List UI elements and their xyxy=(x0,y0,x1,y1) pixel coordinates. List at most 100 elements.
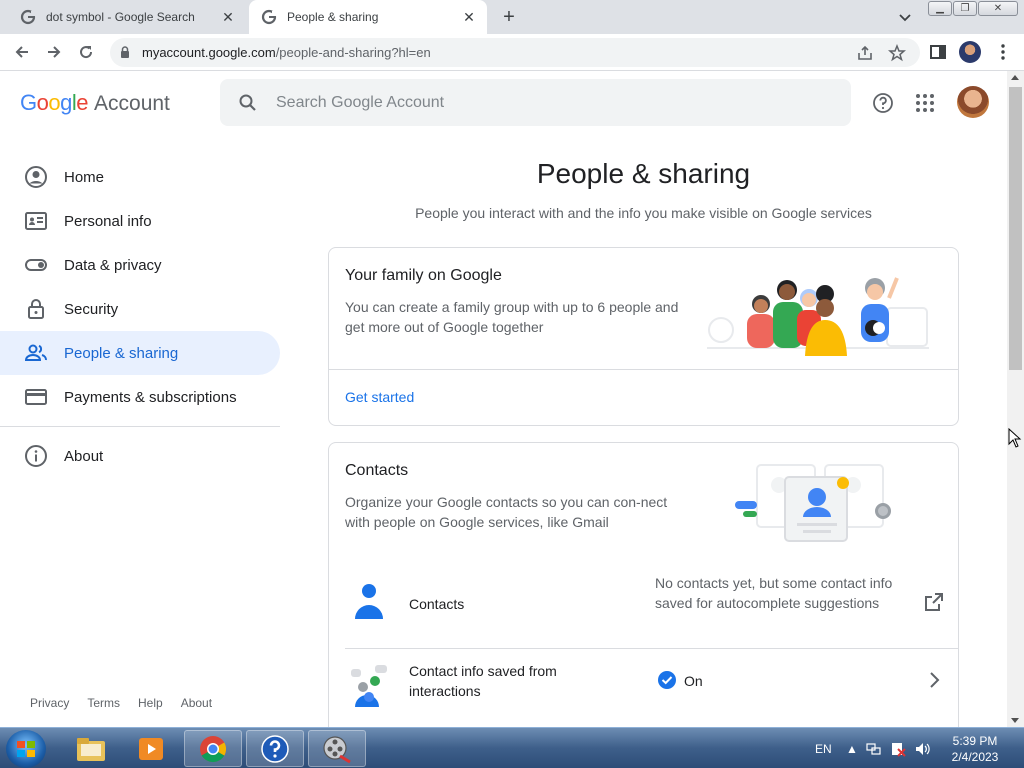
family-card: Your family on Google You can create a f… xyxy=(328,247,959,426)
volume-icon[interactable] xyxy=(914,741,930,757)
row-label: Contact info saved from interactions xyxy=(409,663,557,699)
windows-logo-icon xyxy=(17,741,35,757)
folder-icon xyxy=(77,737,105,761)
nav-item-home[interactable]: Home xyxy=(0,155,280,199)
scrollbar-thumb[interactable] xyxy=(1009,87,1022,370)
nav-item-personal-info[interactable]: Personal info xyxy=(0,199,280,243)
nav-label: Payments & subscriptions xyxy=(64,388,237,406)
row-status: No contacts yet, but some contact info s… xyxy=(655,575,893,611)
nav-item-people-sharing[interactable]: People & sharing xyxy=(0,331,280,375)
footer-help-link[interactable]: Help xyxy=(138,696,163,710)
nav-label: People & sharing xyxy=(64,344,179,362)
close-tab-icon[interactable]: ✕ xyxy=(220,9,236,25)
new-tab-button[interactable]: + xyxy=(498,6,520,28)
footer-about-link[interactable]: About xyxy=(181,696,212,710)
tray-expand-icon[interactable]: ▲ xyxy=(846,728,858,768)
card-title: Your family on Google xyxy=(345,267,502,284)
network-icon[interactable] xyxy=(866,741,882,757)
google-favicon-icon xyxy=(20,9,36,25)
search-input[interactable] xyxy=(276,89,836,116)
taskbar-movie-maker-button[interactable] xyxy=(308,730,366,767)
contact-interactions-row[interactable]: Contact info saved from interactions On xyxy=(345,661,959,721)
footer-privacy-link[interactable]: Privacy xyxy=(30,696,69,710)
contacts-illustration xyxy=(735,464,891,542)
close-tab-icon[interactable]: ✕ xyxy=(461,9,477,25)
tab-title: People & sharing xyxy=(287,10,379,24)
chrome-icon xyxy=(200,735,227,762)
nav-label: Home xyxy=(64,168,105,186)
card-divider xyxy=(329,369,958,370)
restore-button[interactable]: ❐ xyxy=(953,1,977,16)
language-indicator[interactable]: EN xyxy=(815,728,832,768)
nav-item-payments[interactable]: Payments & subscriptions xyxy=(0,375,280,419)
forward-arrow-icon[interactable] xyxy=(44,42,64,62)
back-arrow-icon[interactable] xyxy=(12,42,32,62)
nav-item-security[interactable]: Security xyxy=(0,287,280,331)
more-vert-icon[interactable] xyxy=(993,42,1013,62)
credit-card-icon xyxy=(25,389,47,405)
card-title: Contacts xyxy=(345,462,409,479)
reload-icon[interactable] xyxy=(76,42,96,62)
side-nav: Home Personal info Data & privacy Securi… xyxy=(0,155,280,478)
taskbar-chrome-button[interactable] xyxy=(184,730,242,767)
action-center-icon[interactable] xyxy=(890,741,906,757)
open-in-new-icon[interactable] xyxy=(923,591,945,613)
contact-interactions-icon xyxy=(351,665,387,707)
scroll-up-arrow-icon[interactable] xyxy=(1011,75,1019,80)
chevron-right-icon[interactable] xyxy=(923,669,945,691)
nav-item-data-privacy[interactable]: Data & privacy xyxy=(0,243,280,287)
side-panel-icon[interactable] xyxy=(928,42,948,62)
share-icon[interactable] xyxy=(856,44,874,62)
url-text: myaccount.google.com/people-and-sharing?… xyxy=(142,45,431,60)
address-bar[interactable]: myaccount.google.com/people-and-sharing?… xyxy=(110,38,920,67)
people-icon xyxy=(24,344,47,361)
toggle-icon xyxy=(25,259,47,271)
close-window-button[interactable]: ✕ xyxy=(978,1,1018,16)
start-button[interactable] xyxy=(6,730,46,768)
get-started-link[interactable]: Get started xyxy=(345,389,414,405)
chevron-down-icon[interactable] xyxy=(896,8,914,26)
google-wordmark: Google xyxy=(20,90,89,115)
nav-divider xyxy=(0,426,280,427)
family-illustration xyxy=(707,277,929,356)
tab-people-sharing[interactable]: People & sharing ✕ xyxy=(249,0,487,34)
lock-icon xyxy=(121,46,129,58)
search-bar[interactable] xyxy=(220,79,851,126)
help-icon[interactable] xyxy=(872,92,894,114)
scroll-down-arrow-icon[interactable] xyxy=(1011,718,1019,723)
help-icon xyxy=(261,734,289,763)
nav-label: About xyxy=(64,447,104,465)
account-avatar[interactable] xyxy=(957,86,989,118)
nav-item-about[interactable]: About xyxy=(0,434,280,478)
google-account-logo[interactable]: Google Account xyxy=(20,90,170,116)
id-card-icon xyxy=(25,212,47,230)
page-subtitle: People you interact with and the info yo… xyxy=(415,205,872,221)
info-icon xyxy=(25,445,47,467)
taskbar-explorer-button[interactable] xyxy=(62,730,120,767)
star-icon[interactable] xyxy=(888,44,906,62)
apps-grid-icon[interactable] xyxy=(914,92,936,114)
clock-time: 5:39 PM xyxy=(952,734,998,748)
nav-label: Security xyxy=(64,300,119,318)
taskbar-help-button[interactable] xyxy=(246,730,304,767)
contacts-row[interactable]: Contacts No contacts yet, but some conta… xyxy=(345,571,959,647)
nav-label: Personal info xyxy=(64,212,152,230)
page-scrollbar[interactable] xyxy=(1007,71,1024,727)
windows-taskbar: EN ▲ 5:39 PM 2/4/2023 xyxy=(0,727,1024,768)
tab-title: dot symbol - Google Search xyxy=(46,10,195,24)
card-description: You can create a family group with up to… xyxy=(345,299,679,335)
search-icon[interactable] xyxy=(238,93,258,113)
row-label: Contacts xyxy=(409,596,465,612)
taskbar-clock[interactable]: 5:39 PM 2/4/2023 xyxy=(940,733,1010,765)
footer-terms-link[interactable]: Terms xyxy=(87,696,120,710)
footer-links: Privacy Terms Help About xyxy=(30,696,212,710)
google-favicon-icon xyxy=(261,9,277,25)
tab-strip: dot symbol - Google Search ✕ People & sh… xyxy=(0,0,1024,34)
minimize-button[interactable]: ▁ xyxy=(928,1,952,16)
profile-avatar[interactable] xyxy=(959,41,981,63)
film-reel-icon xyxy=(323,735,351,763)
account-wordmark: Account xyxy=(94,92,170,115)
url-path: /people-and-sharing?hl=en xyxy=(275,45,431,60)
tab-google-search[interactable]: dot symbol - Google Search ✕ xyxy=(8,0,246,34)
taskbar-media-button[interactable] xyxy=(122,730,180,767)
